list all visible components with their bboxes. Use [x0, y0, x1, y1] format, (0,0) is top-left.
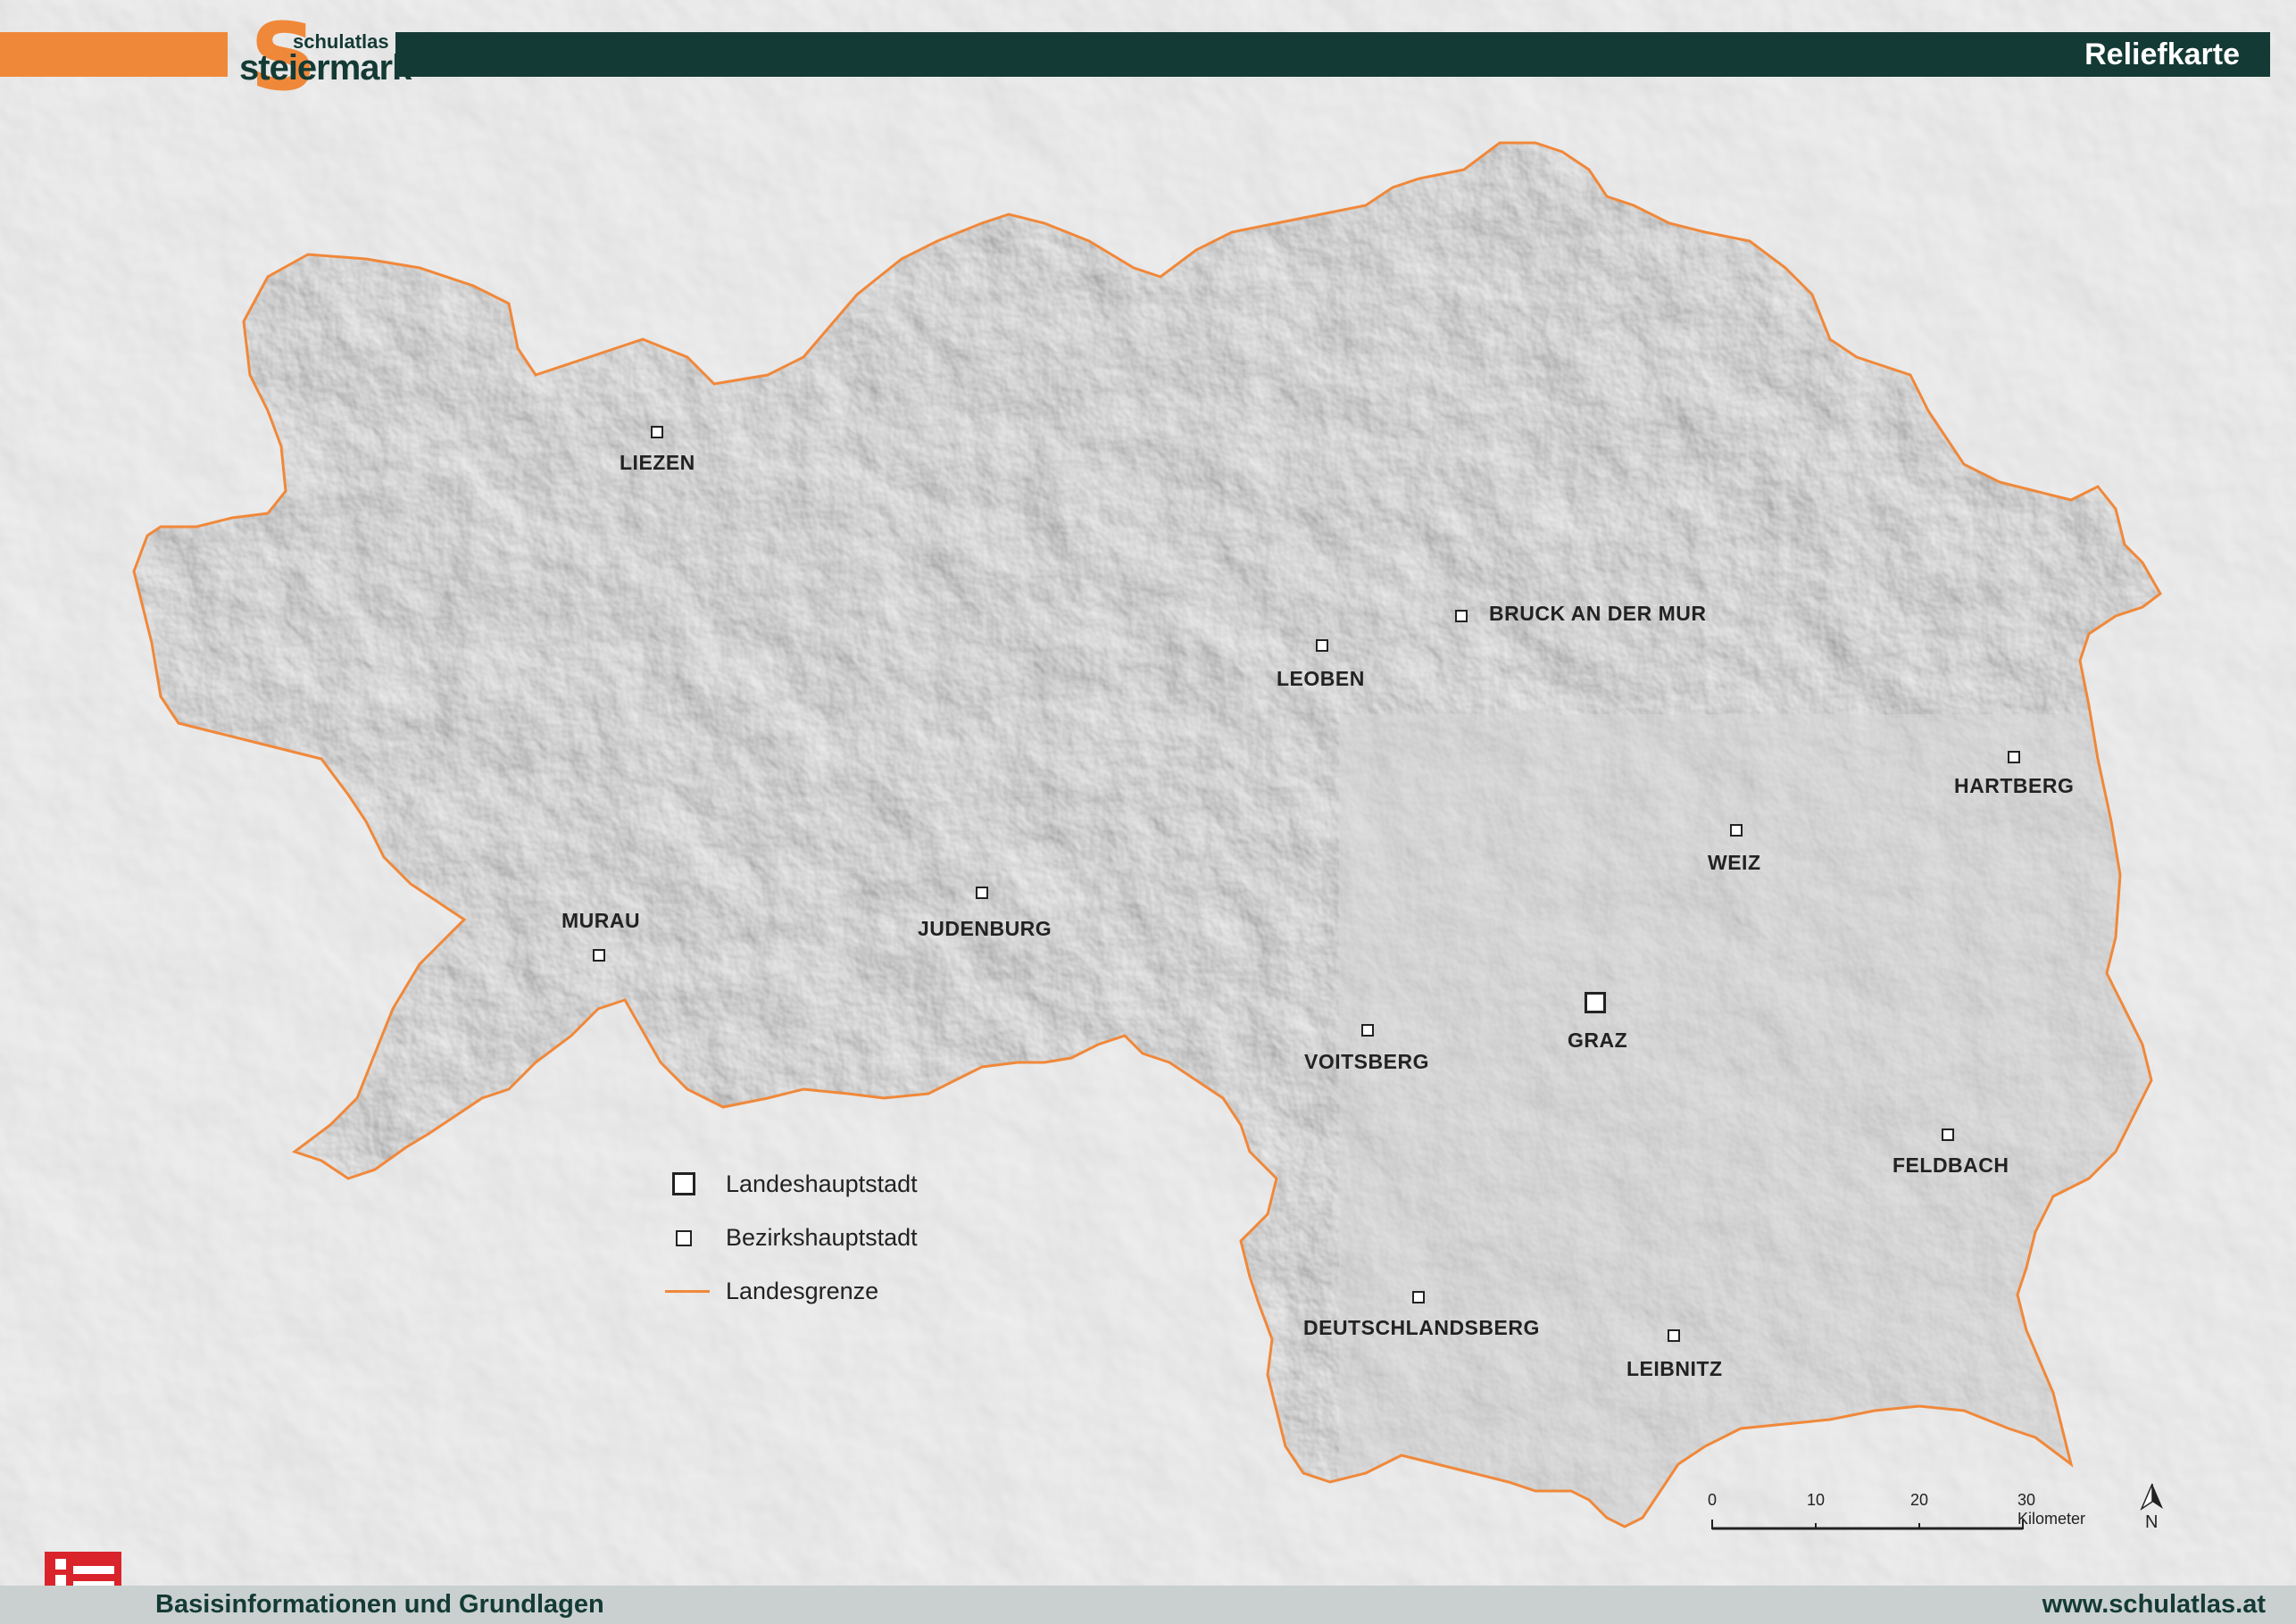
capital-symbol-icon: [672, 1172, 695, 1195]
legend-capital-label: Landeshauptstadt: [726, 1170, 918, 1197]
footer-category: Basisinformationen und Grundlagen: [155, 1590, 604, 1619]
capital-marker-icon[interactable]: [1585, 992, 1606, 1013]
district-marker-icon[interactable]: [1942, 1128, 1954, 1141]
district-marker-icon[interactable]: [1730, 824, 1743, 837]
legend-district-label: Bezirkshauptstadt: [726, 1224, 918, 1251]
city-label[interactable]: JUDENBURG: [918, 917, 1052, 941]
city-label[interactable]: LIEZEN: [620, 451, 695, 475]
north-label: N: [2145, 1512, 2159, 1532]
legend-border-label: Landesgrenze: [726, 1278, 879, 1304]
city-label[interactable]: FELDBACH: [1893, 1153, 2009, 1178]
city-label[interactable]: DEUTSCHLANDSBERG: [1303, 1316, 1540, 1340]
district-marker-icon[interactable]: [1455, 610, 1468, 622]
city-label[interactable]: WEIZ: [1708, 851, 1761, 875]
city-label[interactable]: VOITSBERG: [1304, 1050, 1429, 1074]
district-marker-icon[interactable]: [976, 887, 988, 899]
scale-bar: 0 10 20 30 Kilometer: [1707, 1491, 2085, 1536]
city-label[interactable]: GRAZ: [1568, 1029, 1627, 1053]
city-label[interactable]: BRUCK AN DER MUR: [1489, 602, 1707, 626]
scale-tick-label: 20: [1909, 1491, 1929, 1509]
north-arrow: N: [2139, 1482, 2166, 1532]
scale-tick-label: 0: [1707, 1491, 1718, 1509]
city-label[interactable]: LEIBNITZ: [1626, 1357, 1723, 1381]
district-marker-icon[interactable]: [2008, 751, 2020, 763]
header-accent-bar: [0, 32, 228, 77]
city-label[interactable]: HARTBERG: [1954, 774, 2074, 798]
district-marker-icon[interactable]: [1668, 1329, 1680, 1342]
scale-tick-label: 10: [1806, 1491, 1826, 1509]
north-arrow-icon: [2140, 1483, 2163, 1512]
district-marker-icon[interactable]: [593, 949, 605, 962]
footer-website-link[interactable]: www.schulatlas.at: [2042, 1586, 2266, 1624]
district-symbol-icon: [676, 1230, 692, 1246]
scale-bar-line: [1711, 1520, 2024, 1530]
city-label[interactable]: LEOBEN: [1277, 667, 1365, 691]
district-marker-icon[interactable]: [1412, 1291, 1425, 1303]
border-line-icon: [665, 1290, 710, 1293]
header-bar: Reliefkarte: [395, 32, 2270, 77]
footer-bar: Basisinformationen und Grundlagen www.sc…: [0, 1586, 2296, 1624]
logo-big-text: steiermark: [239, 48, 412, 87]
page-title: Reliefkarte: [2084, 37, 2240, 71]
relief-map: [0, 0, 2296, 1624]
district-marker-icon[interactable]: [1316, 639, 1328, 652]
district-marker-icon[interactable]: [651, 426, 663, 438]
district-marker-icon[interactable]: [1361, 1024, 1374, 1037]
schulatlas-logo[interactable]: S schulatlas steiermark: [239, 11, 412, 104]
city-label[interactable]: MURAU: [562, 909, 640, 933]
